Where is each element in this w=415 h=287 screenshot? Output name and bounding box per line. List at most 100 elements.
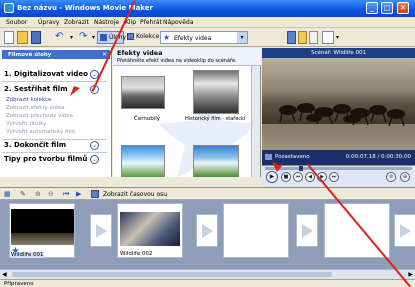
menu-play[interactable]: Přehrát (140, 19, 162, 26)
task-link-show-video-effects[interactable]: Zobrazit efekty videa (6, 105, 65, 111)
section-number-1: 1. (4, 70, 12, 78)
menu-bar: Soubor Úpravy Zobrazit Nástroje Klip Pře… (0, 17, 415, 28)
previous-frame-icon[interactable]: ⏮ (293, 172, 303, 182)
menu-edit[interactable]: Úpravy (38, 19, 59, 26)
transition-slot[interactable] (196, 214, 218, 247)
transition-slot[interactable] (296, 214, 318, 247)
redo-icon[interactable]: ↷ (79, 31, 89, 44)
effects-dropdown[interactable]: ★ Efekty videa ▾ (160, 31, 248, 44)
tasks-pane-header: Filmové úlohy ✕ (2, 50, 110, 59)
undo-dropdown-icon[interactable]: ▾ (70, 31, 76, 44)
annotation-arrowhead (272, 162, 282, 172)
storyboard-scrollbar[interactable]: ◀ ▶ (0, 269, 415, 279)
monitor-status-bar: Pozastaveno 0:00:07,18 / 0:00:30,00 (262, 150, 415, 165)
storyboard-empty-cell[interactable] (223, 203, 289, 258)
annotation-arrowhead (70, 86, 80, 96)
transition-slot[interactable] (394, 214, 415, 247)
title-bar: Bez názvu - Windows Movie Maker _ □ ✕ (0, 0, 415, 17)
preview-video (262, 58, 415, 150)
storyboard-clip-2[interactable]: Wildlife 002 (117, 203, 183, 258)
split-clip-icon[interactable]: ⊘ (386, 172, 396, 182)
storyboard-toolbar: ▦ ✎ ⊕ ⊖ ⏮ ▶ Zobrazit časovou osu (0, 187, 415, 200)
effect-thumb-3[interactable] (121, 145, 165, 177)
tasks-pane-header-label: Filmové úlohy (8, 51, 52, 58)
chevron-down-icon[interactable]: ▾ (237, 32, 247, 43)
view-options-dropdown-icon[interactable]: ▾ (336, 31, 342, 44)
chevron-down-icon[interactable]: ⌄ (90, 155, 99, 164)
play-storyboard-icon[interactable]: ▶ (76, 190, 81, 198)
collections-button[interactable]: Kolekce (126, 31, 160, 44)
effect-thumb-old-age[interactable] (193, 70, 239, 114)
monitor-title: Scénář: Wildlife 001 (262, 48, 415, 58)
scroll-thumb[interactable] (12, 272, 332, 277)
section-movie-tips[interactable]: Tipy pro tvorbu filmů (4, 155, 87, 163)
effects-pane-subtitle: Přetáhněte efekt videa na videoklip do s… (117, 58, 237, 64)
section-edit-movie: 2. Sestřihat film (4, 85, 68, 93)
status-text: Připraveno (4, 280, 34, 287)
seek-bar[interactable] (265, 167, 412, 170)
section-number-3: 3. (4, 141, 12, 149)
effects-dropdown-label: Efekty videa (174, 35, 212, 42)
task-link-show-video-transitions[interactable]: Zobrazit přechody videa (6, 113, 73, 119)
movie-tasks-pane: 1. Digitalizovat video ⌄ 2. Sestřihat fi… (0, 48, 112, 177)
take-picture-icon[interactable]: ⊕ (400, 172, 410, 182)
show-timeline-button[interactable]: Zobrazit časovou osu (103, 191, 167, 198)
narrate-icon[interactable]: ✎ (20, 190, 26, 198)
close-button[interactable]: ✕ (397, 2, 409, 14)
collections-label: Kolekce (136, 33, 160, 40)
menu-file[interactable]: Soubor (6, 19, 27, 26)
task-link-make-automovie[interactable]: Vytvořit automatický film (6, 129, 76, 135)
menu-tools[interactable]: Nástroje (94, 19, 119, 26)
playback-controls: ▶ ■ ⏮ ◀ ▶ ⏭ ⊘ ⊕ (262, 165, 415, 187)
seek-thumb[interactable] (299, 166, 303, 171)
zoom-in-icon[interactable]: ⊕ (35, 190, 41, 198)
cut-icon[interactable] (309, 31, 318, 44)
section-number-2: 2. (4, 85, 12, 93)
task-link-make-titles[interactable]: Vytvořit titulky (6, 121, 46, 127)
save-icon[interactable] (31, 31, 41, 44)
minimize-button[interactable]: _ (366, 2, 378, 14)
clip-name: Wildlife 002 (120, 251, 153, 257)
video-effects-pane: Černobílý Historický film - stařeckí (113, 48, 261, 177)
scroll-left-icon[interactable]: ◀ (2, 271, 7, 278)
playback-time: 0:00:07,18 / 0:00:30,00 (345, 154, 411, 160)
close-icon[interactable]: ✕ (102, 51, 107, 58)
storyboard-clip-1[interactable]: ★ Wildlife 001 (9, 203, 75, 258)
toolbar: ↶ ▾ ↷ ▾ Úlohy Kolekce ★ Efekty videa ▾ ▾ (0, 28, 415, 47)
effect-thumb-black-white[interactable] (121, 76, 165, 109)
section-finish-movie: 3. Dokončit film (4, 141, 66, 149)
task-link-show-collections[interactable]: Zobrazit kolekce (6, 97, 51, 103)
section-title-edit: Sestřihat film (13, 85, 68, 93)
menu-help[interactable]: Nápověda (163, 19, 193, 26)
storyboard: ★ Wildlife 001 Wildlife 002 (0, 200, 415, 279)
clip-thumbnail (11, 209, 74, 245)
app-icon (4, 3, 14, 13)
section-title-capture: Digitalizovat video (13, 70, 88, 78)
view-options-icon[interactable] (322, 31, 334, 44)
chevron-down-icon[interactable]: ⌄ (90, 141, 99, 150)
section-title-finish: Dokončit film (13, 141, 67, 149)
undo-icon[interactable]: ↶ (55, 31, 65, 44)
storyboard-view-icon[interactable]: ▦ (4, 190, 11, 198)
zoom-out-icon[interactable]: ⊖ (48, 190, 54, 198)
timeline-toggle-icon[interactable] (91, 190, 99, 198)
rewind-storyboard-icon[interactable]: ⏮ (63, 190, 69, 199)
collections-icon (127, 33, 134, 40)
section-capture-video: 1. Digitalizovat video (4, 70, 88, 78)
clip-name: Wildlife 001 (11, 252, 44, 258)
preview-image (262, 58, 415, 150)
star-icon: ★ (163, 33, 171, 42)
open-folder-icon[interactable] (17, 31, 28, 44)
next-frame-icon[interactable]: ⏭ (329, 172, 339, 182)
divider (2, 81, 107, 82)
effect-thumb-4[interactable] (193, 145, 239, 177)
scroll-right-icon[interactable]: ▶ (408, 271, 413, 278)
divider (2, 139, 107, 140)
effects-scrollbar[interactable] (251, 66, 260, 177)
transition-slot[interactable] (90, 214, 112, 247)
new-folder-icon[interactable] (298, 31, 307, 44)
maximize-button[interactable]: □ (381, 2, 393, 14)
menu-view[interactable]: Zobrazit (64, 19, 89, 26)
up-level-icon[interactable] (287, 31, 296, 44)
new-project-icon[interactable] (4, 31, 14, 44)
